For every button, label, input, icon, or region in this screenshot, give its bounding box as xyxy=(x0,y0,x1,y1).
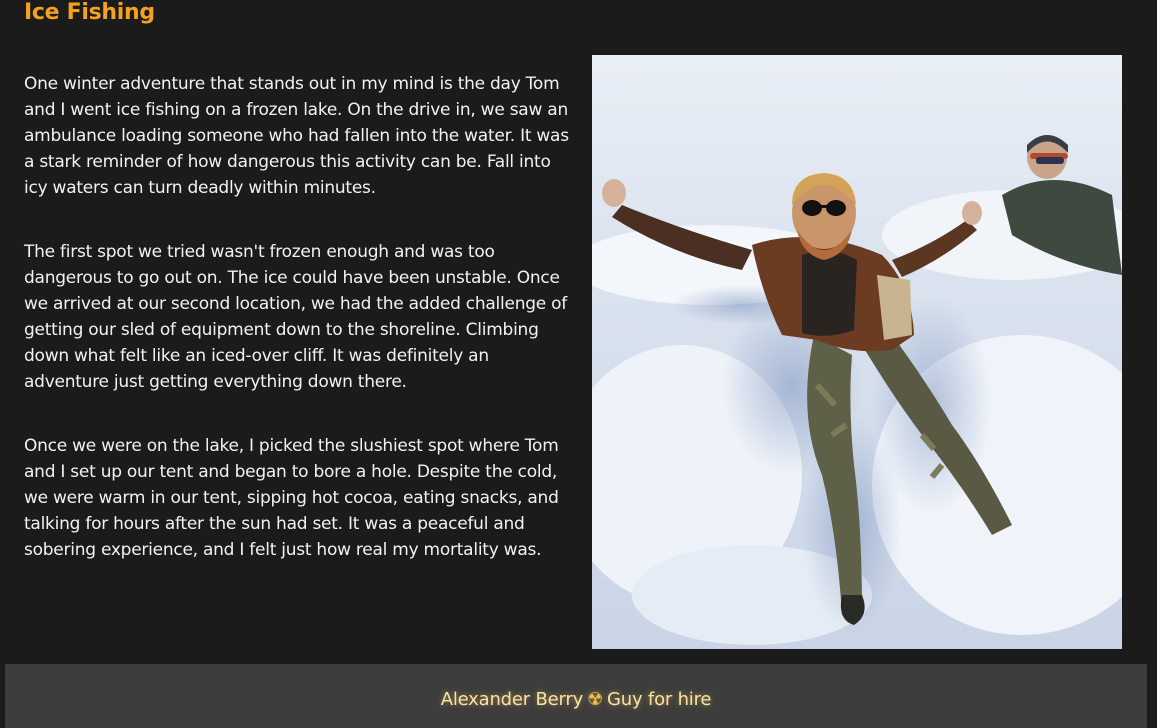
site-footer: Alexander Berry ☢ Guy for hire xyxy=(5,664,1147,728)
footer-tagline: Guy for hire xyxy=(607,689,712,710)
paragraph-2: The first spot we tried wasn't frozen en… xyxy=(24,242,568,392)
article-body: One winter adventure that stands out in … xyxy=(24,71,576,601)
page-title: Ice Fishing xyxy=(24,0,155,25)
radiation-icon: ☢ xyxy=(587,689,603,710)
paragraph-1: One winter adventure that stands out in … xyxy=(24,74,569,198)
footer-name: Alexander Berry xyxy=(440,689,584,710)
footer-credit[interactable]: Alexander Berry ☢ Guy for hire xyxy=(441,688,712,712)
page: Ice Fishing One winter adventure that st… xyxy=(0,0,1157,728)
snow-angel-photo xyxy=(592,55,1122,649)
paragraph-3: Once we were on the lake, I picked the s… xyxy=(24,436,559,560)
